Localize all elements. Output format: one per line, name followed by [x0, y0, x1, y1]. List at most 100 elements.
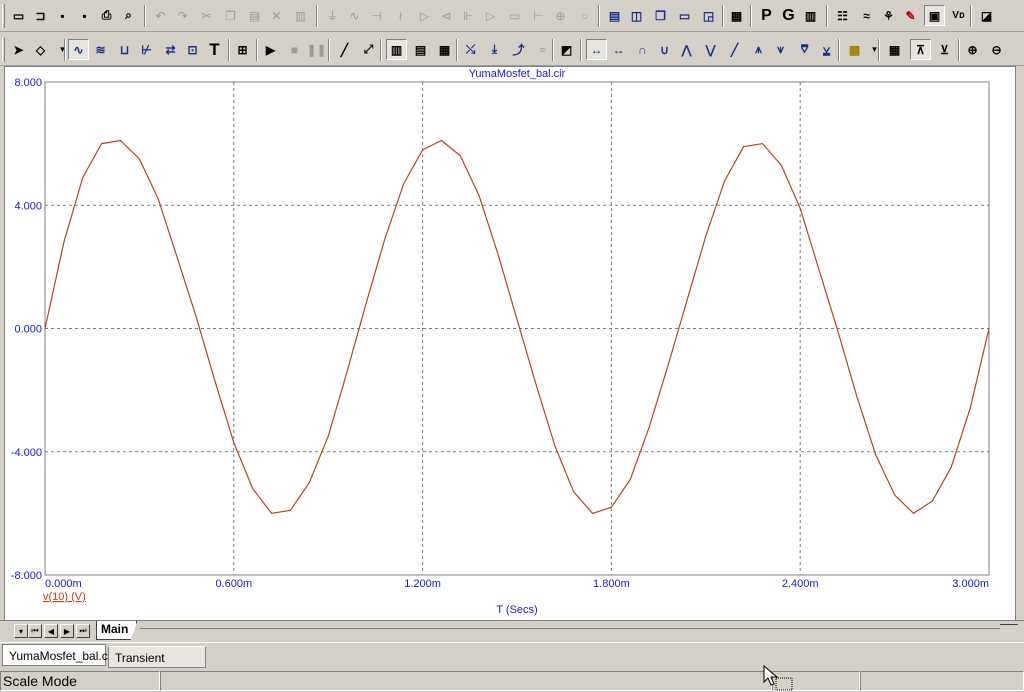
last-page-icon[interactable]: ⏭ [76, 624, 90, 638]
meter-icon[interactable]: ○ [574, 5, 595, 26]
tokens-icon[interactable]: ⊼ [910, 39, 931, 60]
preview-icon[interactable]: ◪ [976, 5, 997, 26]
component-select-icon[interactable]: ◇ [30, 39, 51, 60]
graph-icon[interactable]: G [778, 5, 799, 26]
x-tick-label: 0.000m [45, 578, 82, 590]
grid-dots-icon[interactable]: ▦ [434, 39, 455, 60]
probe-icon[interactable]: ⊕ [550, 5, 571, 26]
mosfet-icon[interactable]: ⊩ [458, 5, 479, 26]
cursor-mode-icon[interactable]: ⊔ [114, 39, 135, 60]
properties-icon[interactable]: Vᴅ [948, 5, 969, 26]
cascade-icon[interactable]: ❐ [650, 5, 671, 26]
grid-dense-icon[interactable]: ▤ [410, 39, 431, 60]
resistor-icon[interactable]: ∿ [344, 5, 365, 26]
first-page-icon[interactable]: ⏮ [28, 624, 42, 638]
grid-heavy-icon[interactable]: ▥ [386, 39, 407, 60]
paste-icon[interactable]: ▤ [244, 5, 265, 26]
slope-icon[interactable]: ⤴ [508, 39, 529, 60]
redo-icon[interactable]: ↷ [172, 5, 193, 26]
tile-icon[interactable]: ◲ [698, 5, 719, 26]
print-icon[interactable]: ⎙ [96, 5, 117, 26]
inflection-icon[interactable]: ╱ [724, 39, 745, 60]
window-icon[interactable]: ▭ [674, 5, 695, 26]
opamp-icon[interactable]: ▷ [480, 5, 501, 26]
transistor-icon[interactable]: ⊲ [436, 5, 457, 26]
series-label[interactable]: v(10) (V) [43, 591, 86, 603]
battery-icon[interactable]: ⊢ [528, 5, 549, 26]
text-icon[interactable]: P [756, 5, 777, 26]
window-tab-circuit[interactable]: YumaMosfet_bal.cir [2, 644, 114, 666]
text-tool-icon[interactable]: T [204, 39, 225, 60]
x-axis-label: T (Secs) [496, 604, 537, 616]
line-icon[interactable]: ╱ [334, 39, 355, 60]
copy-icon[interactable]: ❐ [220, 5, 241, 26]
capacitor-icon[interactable]: ⊣ [366, 5, 387, 26]
low-icon[interactable]: ⋁ [700, 39, 721, 60]
select-arrow-icon[interactable]: ➤ [8, 39, 29, 60]
page-menu-icon[interactable]: ▾ [14, 624, 28, 638]
split-horizontal-icon[interactable]: ▤ [604, 5, 625, 26]
global-low-icon[interactable]: ⩛ [770, 39, 791, 60]
source-icon[interactable]: ▭ [504, 5, 525, 26]
ground-icon[interactable]: ⏚ [322, 5, 343, 26]
page-tab-main[interactable]: Main [96, 621, 138, 640]
save-all-icon[interactable]: ▪ [74, 5, 95, 26]
global-high-icon[interactable]: ⩚ [748, 39, 769, 60]
horizontal-tag-icon[interactable]: ⇄ [160, 39, 181, 60]
left-cursor-icon[interactable]: ↔ [586, 39, 607, 60]
right-cursor-icon[interactable]: ↔ [608, 39, 629, 60]
inductor-icon[interactable]: ≀ [390, 5, 411, 26]
bottom-icon[interactable]: ⩣ [816, 39, 837, 60]
undo-icon[interactable]: ↶ [150, 5, 171, 26]
scale-mode-icon[interactable]: ∿ [68, 39, 89, 60]
package-icon[interactable]: ▩ [844, 39, 865, 60]
zoom-out-icon[interactable]: ⊖ [986, 39, 1007, 60]
prev-page-icon[interactable]: ◀ [44, 624, 58, 638]
diode-icon[interactable]: ▷ [414, 5, 435, 26]
run-icon[interactable]: ▶ [260, 39, 281, 60]
y-axis-ticks: 8.000 4.000 0.000 -4.000 -8.000 [11, 77, 42, 582]
pause-icon[interactable]: ❚❚ [306, 39, 327, 60]
open-file-icon[interactable]: ⊐ [30, 5, 51, 26]
scroll-grip[interactable] [1000, 624, 1018, 627]
next-page-icon[interactable]: ▶ [60, 624, 74, 638]
component-icon[interactable]: ▥ [800, 5, 821, 26]
data-table-icon[interactable]: ▦ [884, 39, 905, 60]
properties-icon[interactable]: ⊞ [232, 39, 253, 60]
wave-shape-icon[interactable]: ≈ [532, 39, 553, 60]
monitor-icon[interactable]: ▣ [924, 5, 945, 26]
valley-wave-icon[interactable]: ∪ [654, 39, 675, 60]
zoom-in-icon[interactable]: ⊕ [962, 39, 983, 60]
new-file-icon[interactable]: ▭ [8, 5, 29, 26]
top-icon[interactable]: ⩢ [794, 39, 815, 60]
peak-wave-icon[interactable]: ∩ [632, 39, 653, 60]
high-icon[interactable]: ⋀ [676, 39, 697, 60]
y-tick-label: -4.000 [11, 447, 42, 459]
dropdown-arrow-icon[interactable]: ▼ [864, 39, 885, 60]
select-all-icon[interactable]: ▥ [290, 5, 311, 26]
stop-icon[interactable]: ■ [284, 39, 305, 60]
scope-icon[interactable]: ☷ [832, 5, 853, 26]
calculator-icon[interactable]: ▦ [726, 5, 747, 26]
save-icon[interactable]: ▪ [52, 5, 73, 26]
scope-icon[interactable]: ◩ [556, 39, 577, 60]
window-tab-transient[interactable]: Transient Analysis [108, 646, 206, 687]
valley-icon[interactable]: ⤓ [484, 39, 505, 60]
performance-tag-icon[interactable]: ⊡ [182, 39, 203, 60]
transient-plot[interactable]: YumaMosfet_bal.cir 8.000 4.000 0.000 -4.000… [5, 67, 1015, 621]
point-tag-icon[interactable]: ⊬ [136, 39, 157, 60]
peak-icon[interactable]: ⤯ [460, 39, 481, 60]
wave-icon[interactable]: ≈ [856, 5, 877, 26]
split-vertical-icon[interactable]: ◫ [626, 5, 647, 26]
wave-mode-icon[interactable]: ≋ [90, 39, 111, 60]
horizontal-scroll-track[interactable] [140, 628, 1000, 629]
stepping-icon[interactable]: ⊻ [934, 39, 955, 60]
delete-icon[interactable]: ✕ [266, 5, 287, 26]
plot-toolbar: ➤ ◇ ▼ ∿ ≋ ⊔ ⊬ ⇄ ⊡ T ⊞ ▶ ■ ❚❚ ╱ ⤢ ▥ ▤ ▦ ⤯… [0, 34, 1024, 66]
grid-icon[interactable]: ⚘ [878, 5, 899, 26]
print-preview-icon[interactable]: ⌕ [118, 5, 139, 26]
marker-icon[interactable]: ✎ [900, 5, 921, 26]
plot-window[interactable]: YumaMosfet_bal.cir 8.000 4.000 0.000 -4.000… [4, 66, 1016, 622]
cut-icon[interactable]: ✂ [196, 5, 217, 26]
diagonal-icon[interactable]: ⤢ [358, 39, 379, 60]
